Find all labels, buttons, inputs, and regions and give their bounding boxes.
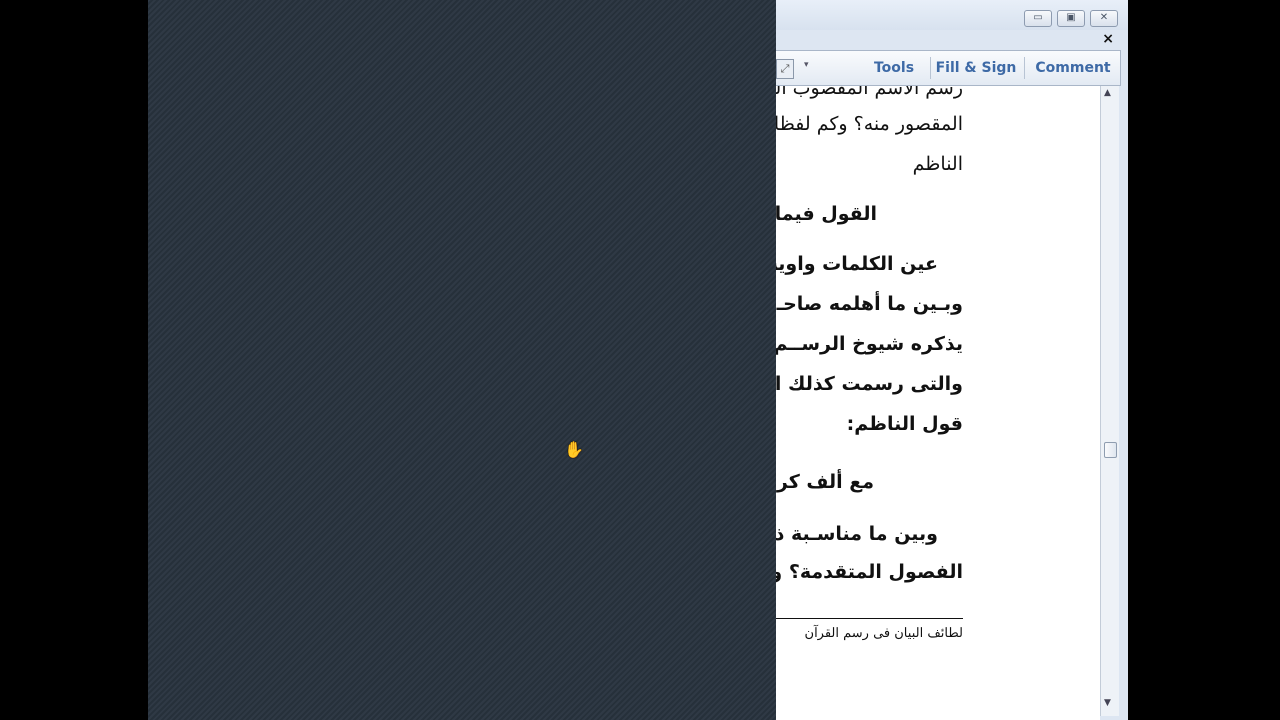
scrollbar-thumb[interactable]	[1104, 442, 1117, 458]
tools-button[interactable]: Tools	[864, 51, 924, 85]
main-toolbar: ⤢ ▾ Tools Fill & Sign Comment	[776, 50, 1121, 86]
toolbar-separator	[1024, 57, 1025, 79]
pdf-reader-window: ▭ ▣ ✕ × ⤢ ▾ Tools Fill & Sign Comment رس…	[776, 0, 1128, 720]
close-window-button[interactable]: ✕	[1090, 10, 1118, 27]
document-line: وبـين ما أهلمه صاحـ	[776, 293, 963, 315]
desktop-screen: ✋ ▭ ▣ ✕ × ⤢ ▾ Tools Fill & Sign Comment …	[148, 0, 1128, 720]
document-close-bar: ×	[776, 30, 1128, 48]
document-line: الفصول المتقدمة؟ وما م	[776, 561, 963, 583]
document-line: رسم الاسم المقصوب المنو	[776, 86, 963, 99]
vertical-scrollbar[interactable]: ▲ ▼	[1100, 86, 1119, 716]
document-heading: مع ألف كرس	[776, 471, 874, 493]
scroll-down-icon[interactable]: ▼	[1104, 698, 1111, 708]
document-line: الناظم	[912, 153, 963, 175]
toolbar-separator	[930, 57, 931, 79]
document-heading: القول فيما ر	[776, 203, 877, 225]
title-bar: ▭ ▣ ✕	[776, 0, 1128, 30]
document-line: والتى رسمت كذلك اخت	[776, 373, 963, 395]
desktop-wallpaper	[148, 0, 776, 720]
toolbar-dropdown-icon[interactable]: ▾	[804, 60, 809, 70]
document-line: عين الكلمات واوية ال	[776, 253, 938, 275]
minimize-button[interactable]: ▭	[1024, 10, 1052, 27]
maximize-button[interactable]: ▣	[1057, 10, 1085, 27]
document-line: المقصور منه؟ وكم لفظا و	[776, 113, 963, 135]
document-line: وبين ما مناسـبة ذك	[776, 523, 938, 545]
footnote-text: لطائف البيان فى رسم القرآن	[804, 626, 963, 641]
comment-button[interactable]: Comment	[1028, 51, 1118, 85]
close-document-icon[interactable]: ×	[1102, 30, 1114, 48]
scroll-up-icon[interactable]: ▲	[1104, 88, 1111, 98]
fill-sign-button[interactable]: Fill & Sign	[934, 51, 1018, 85]
footnote-divider	[776, 618, 963, 619]
document-line: يذكره شيوخ الرســم ،	[776, 333, 963, 355]
document-line: قول الناظم:	[846, 413, 963, 435]
expand-icon[interactable]: ⤢	[776, 59, 794, 79]
document-page[interactable]: رسم الاسم المقصوب المنو المقصور منه؟ وكم…	[776, 86, 1100, 720]
hand-cursor-icon: ✋	[564, 440, 584, 459]
